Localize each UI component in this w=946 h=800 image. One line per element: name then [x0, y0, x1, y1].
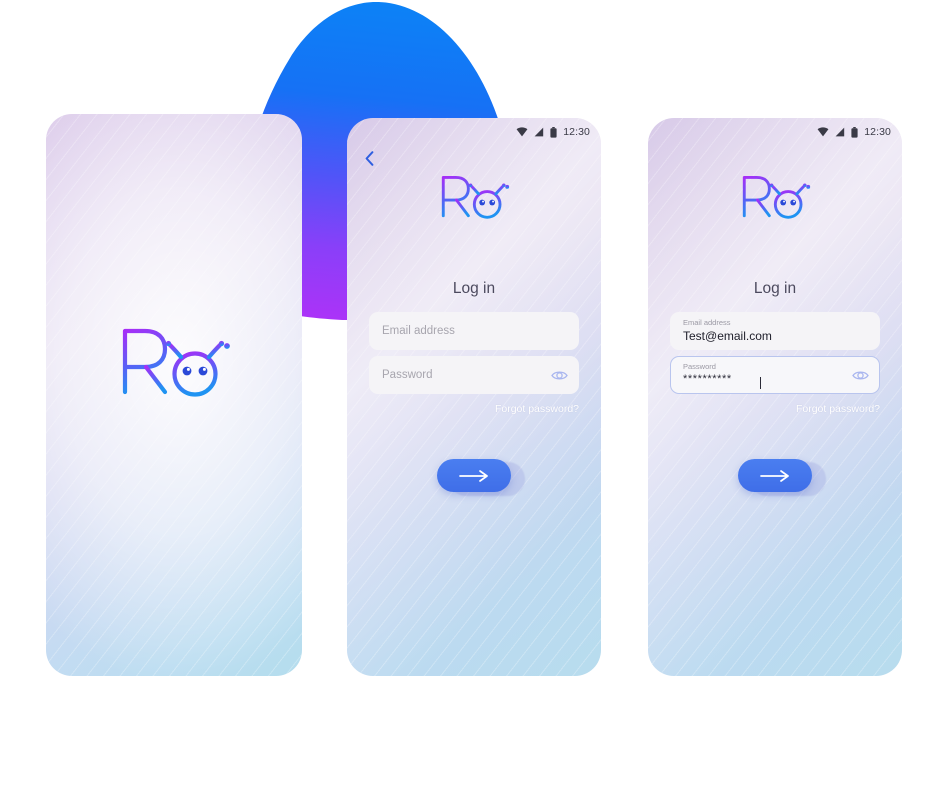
forgot-password-link[interactable]: Forgot password?: [495, 403, 579, 415]
email-field[interactable]: Email address: [369, 312, 579, 350]
submit-button-area: [347, 459, 601, 496]
password-field[interactable]: Password **********: [670, 356, 880, 394]
screenshot-canvas: 12:30 Log in Email address Password Forg…: [0, 0, 946, 800]
password-field[interactable]: Password: [369, 356, 579, 394]
wifi-icon: [817, 127, 829, 137]
phone-splash-screen: [46, 114, 302, 676]
email-field[interactable]: Email address Test@email.com: [670, 312, 880, 350]
submit-button[interactable]: [437, 459, 511, 492]
eye-icon: [550, 370, 568, 380]
status-bar: 12:30: [817, 124, 891, 140]
phone-login-empty: 12:30 Log in Email address Password Forg…: [347, 118, 601, 676]
forgot-password-link[interactable]: Forgot password?: [796, 403, 880, 415]
app-logo-large: [46, 320, 302, 398]
password-field-value: **********: [683, 373, 732, 385]
password-field-placeholder: Password: [382, 369, 433, 381]
submit-button[interactable]: [738, 459, 812, 492]
eye-icon: [851, 370, 869, 380]
app-logo: [347, 170, 601, 220]
phone-login-filled: 12:30 Log in Email address Test@email.co…: [648, 118, 902, 676]
battery-icon: [851, 126, 858, 138]
battery-icon: [550, 126, 557, 138]
password-visibility-toggle[interactable]: [549, 367, 569, 383]
email-field-placeholder: Email address: [382, 325, 455, 337]
status-bar-time: 12:30: [563, 125, 590, 138]
chevron-left-icon: [365, 150, 373, 166]
status-bar-time: 12:30: [864, 125, 891, 138]
back-button[interactable]: [358, 146, 380, 170]
arrow-right-icon: [760, 469, 789, 482]
text-cursor: [760, 377, 761, 389]
password-field-label: Password: [683, 362, 716, 371]
email-field-label: Email address: [683, 318, 731, 327]
page-title: Log in: [753, 280, 797, 297]
email-field-value: Test@email.com: [683, 329, 772, 343]
status-bar: 12:30: [516, 124, 590, 140]
cellular-signal-icon: [534, 127, 544, 137]
page-title: Log in: [452, 280, 496, 297]
cellular-signal-icon: [835, 127, 845, 137]
password-visibility-toggle[interactable]: [850, 367, 870, 383]
wifi-icon: [516, 127, 528, 137]
arrow-right-icon: [459, 469, 488, 482]
app-logo: [648, 170, 902, 220]
submit-button-area: [648, 459, 902, 496]
